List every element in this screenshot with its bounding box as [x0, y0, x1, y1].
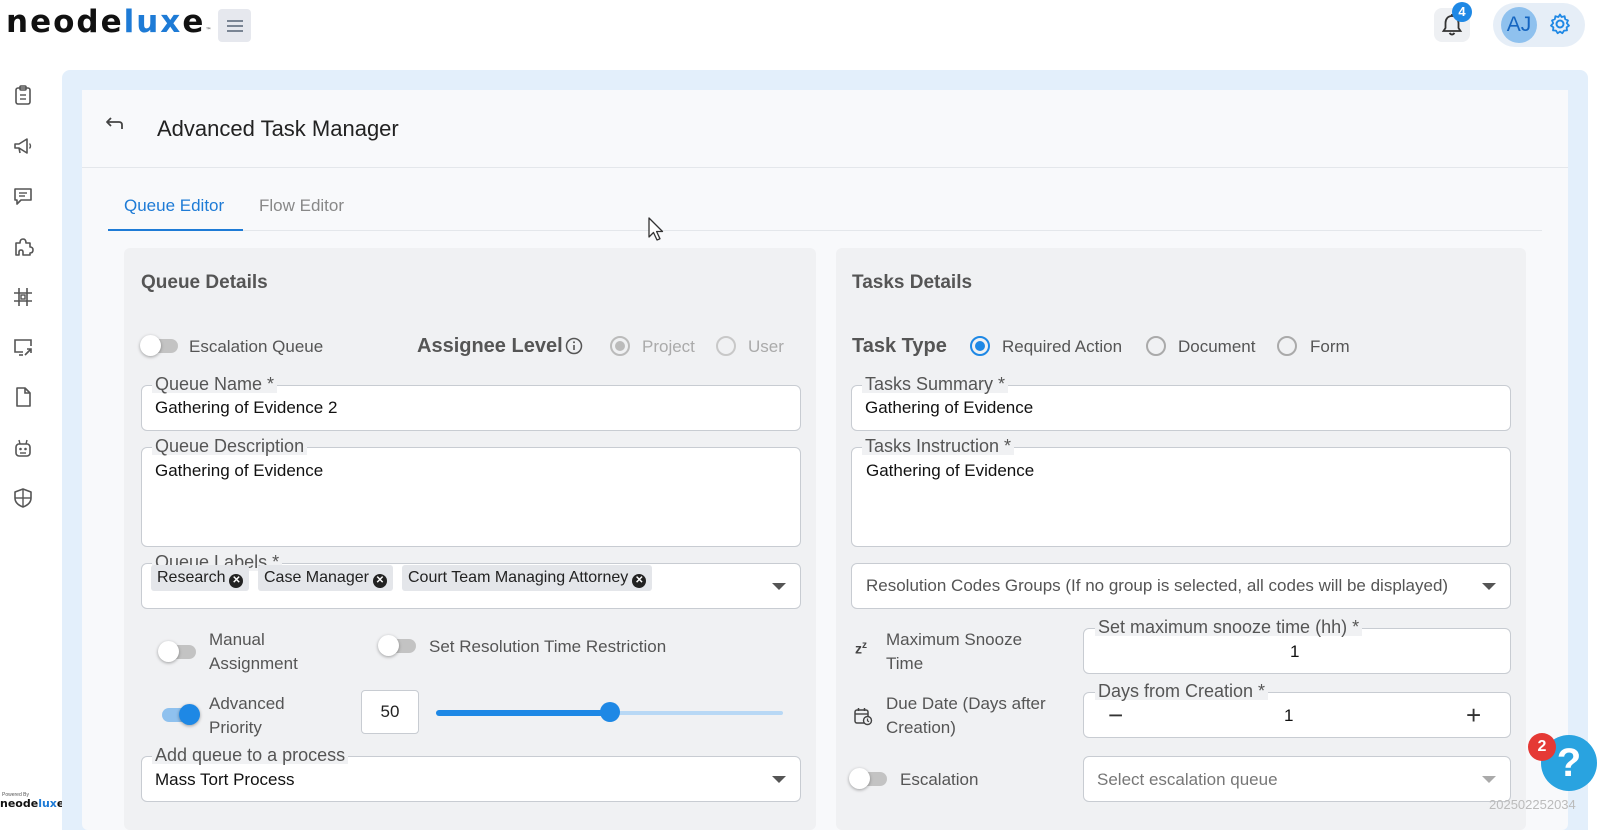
chevron-down-icon[interactable]	[1482, 776, 1496, 783]
assignee-level-label: Assignee Level	[417, 335, 563, 357]
hamburger-icon	[226, 19, 243, 32]
page-title: Advanced Task Manager	[157, 116, 399, 141]
chip-remove-icon[interactable]: ✕	[372, 574, 387, 588]
queue-description-label: Queue Description	[152, 437, 308, 455]
label-chip-case-manager: Case Manager ✕	[258, 565, 393, 591]
chip-remove-icon[interactable]: ✕	[229, 574, 244, 588]
chevron-down-icon[interactable]	[1482, 583, 1496, 590]
chevron-down-icon[interactable]	[772, 583, 786, 590]
task-type-form-label: Form	[1310, 337, 1350, 356]
task-type-required-action-label: Required Action	[1002, 337, 1123, 356]
task-type-document-label: Document	[1178, 337, 1256, 356]
max-snooze-label-line1: Maximum Snooze	[886, 630, 1023, 649]
advanced-priority-label-line2: Priority	[209, 718, 262, 737]
toggle-knob	[179, 704, 200, 725]
due-date-label-line2: Creation)	[886, 718, 956, 737]
manual-assignment-toggle[interactable]	[158, 641, 196, 662]
task-type-label: Task Type	[852, 335, 947, 357]
add-to-process-value: Mass Tort Process	[155, 770, 295, 789]
task-type-document-radio[interactable]	[1146, 336, 1166, 356]
priority-slider-fill	[436, 710, 610, 716]
snooze-icon: zz	[855, 640, 867, 657]
chevron-down-icon[interactable]	[772, 776, 786, 783]
notification-count-badge: 4	[1452, 2, 1472, 22]
grid-icon[interactable]	[12, 286, 34, 308]
queue-name-label: Queue Name *	[152, 375, 278, 393]
priority-value-input[interactable]: 50	[361, 690, 419, 734]
puzzle-icon[interactable]	[12, 235, 34, 257]
chip-remove-icon[interactable]: ✕	[632, 574, 647, 588]
manual-assignment-label-line1: Manual	[209, 630, 265, 649]
tasks-instruction-value: Gathering of Evidence	[866, 461, 1035, 480]
chip-text: Case Manager	[264, 569, 369, 586]
decrement-button[interactable]: −	[1108, 702, 1123, 728]
avatar[interactable]: AJ	[1501, 7, 1537, 43]
escalation-queue-placeholder: Select escalation queue	[1097, 770, 1278, 789]
mouse-cursor-icon	[648, 217, 664, 241]
resolution-time-label: Set Resolution Time Restriction	[429, 637, 667, 656]
megaphone-icon[interactable]	[12, 135, 34, 157]
assignee-user-label: User	[748, 337, 784, 356]
snooze-time-value: 1	[1290, 642, 1300, 661]
gear-icon[interactable]	[1548, 12, 1572, 36]
increment-button[interactable]: +	[1466, 702, 1481, 728]
days-from-creation-label: Days from Creation *	[1095, 682, 1269, 700]
advanced-priority-toggle[interactable]	[162, 704, 200, 725]
calendar-clock-icon	[854, 708, 873, 726]
tasks-instruction-label: Tasks Instruction *	[862, 437, 1015, 455]
toggle-knob	[849, 768, 870, 789]
queue-details-title: Queue Details	[141, 272, 268, 293]
assignee-project-label: Project	[642, 337, 695, 356]
assignee-user-radio[interactable]	[716, 336, 736, 356]
max-snooze-label-line2: Time	[886, 654, 924, 673]
back-arrow-icon[interactable]	[103, 116, 125, 136]
label-chip-court-team: Court Team Managing Attorney ✕	[402, 565, 653, 591]
info-icon[interactable]	[565, 337, 583, 355]
active-tab-indicator	[108, 229, 243, 231]
clipboard-icon[interactable]	[12, 84, 34, 106]
tab-divider	[108, 230, 1542, 231]
escalation-label: Escalation	[900, 770, 979, 789]
days-from-creation-value: 1	[1284, 706, 1294, 725]
queue-description-value: Gathering of Evidence	[155, 461, 324, 480]
chip-text: Court Team Managing Attorney	[408, 569, 629, 586]
queue-name-value: Gathering of Evidence 2	[155, 398, 338, 417]
chip-text: Research	[157, 569, 226, 586]
robot-icon[interactable]	[12, 437, 34, 459]
toggle-knob	[140, 335, 161, 356]
task-type-required-action-radio[interactable]	[970, 336, 990, 356]
escalation-queue-label: Escalation Queue	[189, 337, 324, 356]
screen-share-icon[interactable]	[12, 336, 34, 358]
tab-flow-editor[interactable]: Flow Editor	[259, 196, 344, 216]
due-date-label-line1: Due Date (Days after	[886, 694, 1046, 713]
top-bar: neodeluxe™ 4 AJ	[0, 0, 1600, 60]
tasks-details-title: Tasks Details	[852, 272, 973, 293]
toggle-knob	[158, 641, 179, 662]
tasks-summary-value: Gathering of Evidence	[865, 398, 1034, 417]
advanced-priority-label-line1: Advanced	[209, 694, 285, 713]
powered-by-logo: neodeluxe	[0, 797, 65, 810]
shield-icon[interactable]	[12, 487, 34, 509]
chat-icon[interactable]	[12, 185, 34, 207]
manual-assignment-label-line2: Assignment	[209, 654, 298, 673]
resolution-codes-placeholder: Resolution Codes Groups (If no group is …	[866, 576, 1449, 595]
menu-toggle-button[interactable]	[218, 9, 251, 42]
resolution-time-toggle[interactable]	[378, 635, 416, 656]
tasks-summary-label: Tasks Summary *	[862, 375, 1009, 393]
app-logo[interactable]: neodeluxe™	[6, 4, 211, 40]
tab-queue-editor[interactable]: Queue Editor	[124, 196, 224, 216]
add-to-process-label: Add queue to a process	[152, 746, 349, 764]
escalation-toggle[interactable]	[849, 768, 887, 789]
task-type-form-radio[interactable]	[1277, 336, 1297, 356]
escalation-queue-toggle[interactable]	[140, 335, 178, 356]
snooze-time-label: Set maximum snooze time (hh) *	[1095, 618, 1363, 636]
document-icon[interactable]	[12, 386, 34, 408]
priority-slider-thumb[interactable]	[599, 702, 620, 722]
assignee-project-radio[interactable]	[610, 336, 630, 356]
label-chip-research: Research ✕	[151, 565, 250, 591]
build-id: 202502252034	[1489, 797, 1576, 812]
toggle-knob	[378, 635, 399, 656]
help-count-badge: 2	[1528, 733, 1556, 761]
